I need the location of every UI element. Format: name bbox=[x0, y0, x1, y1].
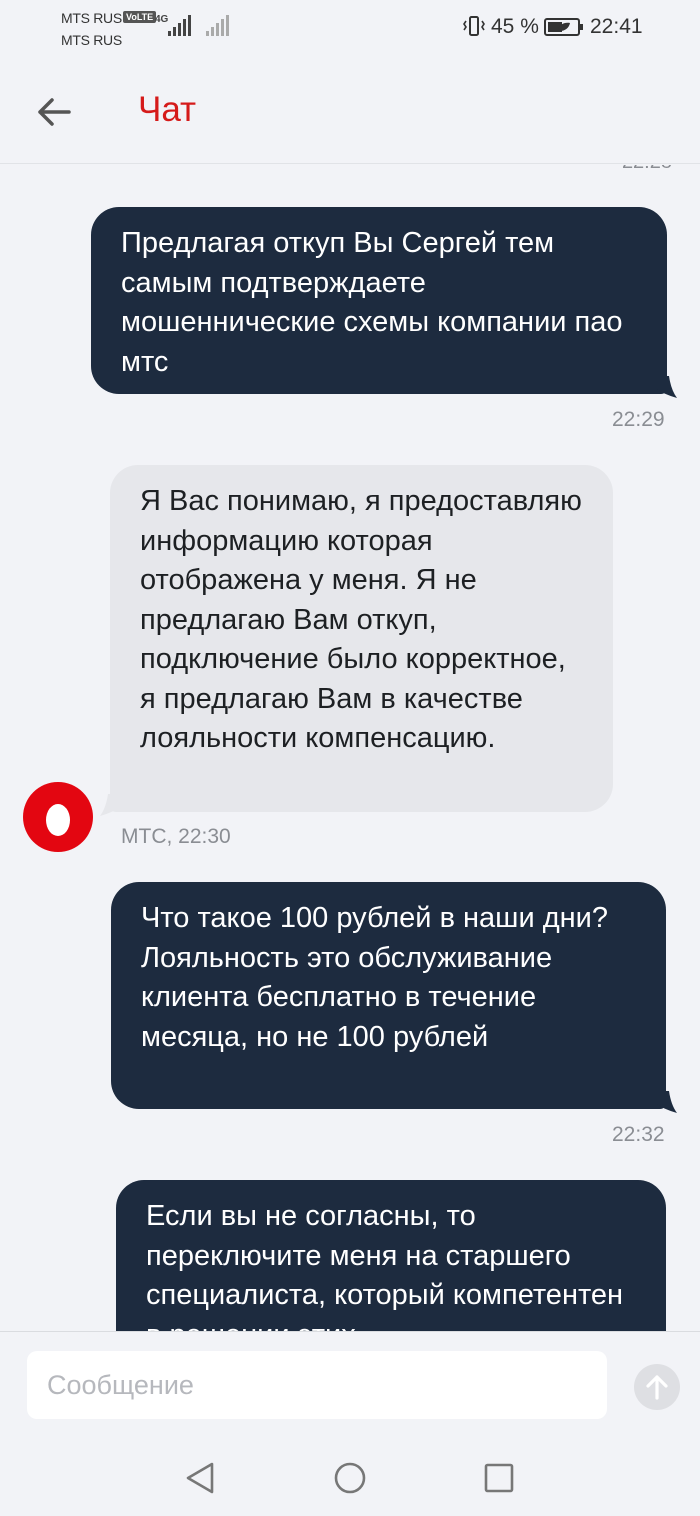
system-recents-button[interactable] bbox=[481, 1460, 517, 1496]
app-bar: Чат bbox=[0, 62, 700, 164]
bubble-tail bbox=[100, 794, 122, 816]
message-composer bbox=[0, 1331, 700, 1440]
bot-message[interactable]: Я Вас понимаю, я предоставляю информацию… bbox=[110, 465, 613, 812]
status-bar: MTS RUS VoLTE 4G MTS RUS 45 % 22:41 bbox=[0, 0, 700, 62]
signal-strength-secondary-icon bbox=[206, 14, 229, 36]
system-back-button[interactable] bbox=[182, 1460, 218, 1496]
square-recents-icon bbox=[484, 1463, 514, 1493]
chat-message-list[interactable]: 22:28 Предлагая откуп Вы Сергей тем самы… bbox=[0, 165, 700, 1331]
carrier-secondary: MTS RUS bbox=[61, 32, 122, 48]
message-sender-time: МТС, 22:30 bbox=[121, 825, 231, 848]
back-button[interactable] bbox=[30, 90, 78, 134]
message-input[interactable] bbox=[27, 1351, 607, 1419]
network-type: 4G bbox=[155, 14, 169, 25]
battery-percent: 45 % bbox=[491, 15, 539, 38]
system-home-button[interactable] bbox=[332, 1460, 368, 1496]
status-clock: 22:41 bbox=[590, 15, 643, 38]
user-message[interactable]: Если вы не согласны, то переключите меня… bbox=[116, 1180, 666, 1331]
circle-home-icon bbox=[334, 1462, 366, 1494]
system-navigation-bar bbox=[0, 1440, 700, 1516]
user-message[interactable]: Предлагая откуп Вы Сергей тем самым подт… bbox=[91, 207, 667, 394]
message-time: 22:28 bbox=[622, 165, 672, 174]
bubble-tail bbox=[655, 1091, 677, 1113]
signal-strength-icon bbox=[168, 14, 191, 36]
battery-icon bbox=[544, 18, 583, 36]
page-title: Чат bbox=[138, 90, 197, 129]
bubble-tail bbox=[655, 376, 677, 398]
send-button[interactable] bbox=[634, 1364, 680, 1410]
mts-logo-avatar bbox=[23, 782, 93, 852]
user-message[interactable]: Что такое 100 рублей в наши дни? Лояльно… bbox=[111, 882, 666, 1109]
triangle-back-icon bbox=[186, 1462, 214, 1494]
vibrate-icon bbox=[463, 16, 485, 36]
message-time: 22:29 bbox=[612, 408, 665, 431]
message-time: 22:32 bbox=[612, 1123, 665, 1146]
arrow-left-icon bbox=[38, 98, 71, 126]
arrow-up-icon bbox=[646, 1375, 668, 1400]
carrier-primary: MTS RUS bbox=[61, 10, 122, 26]
volte-badge: VoLTE bbox=[123, 11, 157, 23]
